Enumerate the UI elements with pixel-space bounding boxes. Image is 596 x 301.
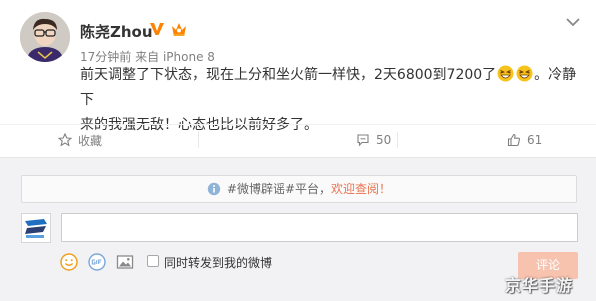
comment-count: 50 xyxy=(376,133,392,147)
username[interactable]: 陈尧Zhou xyxy=(80,21,153,42)
like-button[interactable]: 61 xyxy=(507,124,542,156)
info-icon xyxy=(207,182,221,196)
star-icon xyxy=(58,133,72,147)
watermark: 京华手游 xyxy=(505,276,574,295)
post-time[interactable]: 17分钟前 xyxy=(80,50,131,64)
content-text-3: 来的我强无敌！心态也比以前好多了。 xyxy=(80,117,318,133)
laughing-emoji-icon xyxy=(497,65,514,82)
comment-input[interactable] xyxy=(61,213,578,242)
action-separator xyxy=(397,132,398,148)
current-user-avatar[interactable] xyxy=(21,213,51,243)
user-logo-icon xyxy=(22,214,50,242)
content-text-1: 前天调整了下状态，现在上分和坐火箭一样快，2天6800到7200了 xyxy=(80,67,497,83)
weibo-post: 陈尧Zhou 17分钟前 来自 iPhone 8 前天调整了下状态，现在上分和坐… xyxy=(0,0,596,157)
image-icon[interactable] xyxy=(116,253,134,271)
collect-button[interactable]: 收藏 xyxy=(58,124,102,156)
member-level-icon[interactable] xyxy=(170,21,188,37)
rumor-notice-link[interactable]: 欢迎查阅！ xyxy=(331,182,391,196)
action-separator xyxy=(198,132,199,148)
rumor-notice-text: #微博辟谣#平台， xyxy=(226,182,332,196)
thumbs-up-icon xyxy=(507,133,521,147)
repost-label[interactable]: 同时转发到我的微博 xyxy=(164,254,272,271)
rumor-notice: #微博辟谣#平台，欢迎查阅！ xyxy=(21,175,577,203)
avatar[interactable] xyxy=(20,12,70,62)
comment-button[interactable]: 50 xyxy=(356,124,391,156)
laughing-emoji-icon xyxy=(516,65,533,82)
emoji-icon[interactable] xyxy=(60,253,78,271)
repost-checkbox[interactable] xyxy=(147,255,159,267)
comment-icon xyxy=(357,134,369,147)
collect-label: 收藏 xyxy=(78,133,103,148)
source-prefix: 来自 xyxy=(135,50,160,64)
chevron-down-icon[interactable] xyxy=(565,16,581,28)
verified-v-icon[interactable] xyxy=(149,21,165,37)
post-source[interactable]: iPhone 8 xyxy=(163,50,215,64)
gif-icon[interactable] xyxy=(88,253,106,271)
like-count: 61 xyxy=(527,133,543,147)
